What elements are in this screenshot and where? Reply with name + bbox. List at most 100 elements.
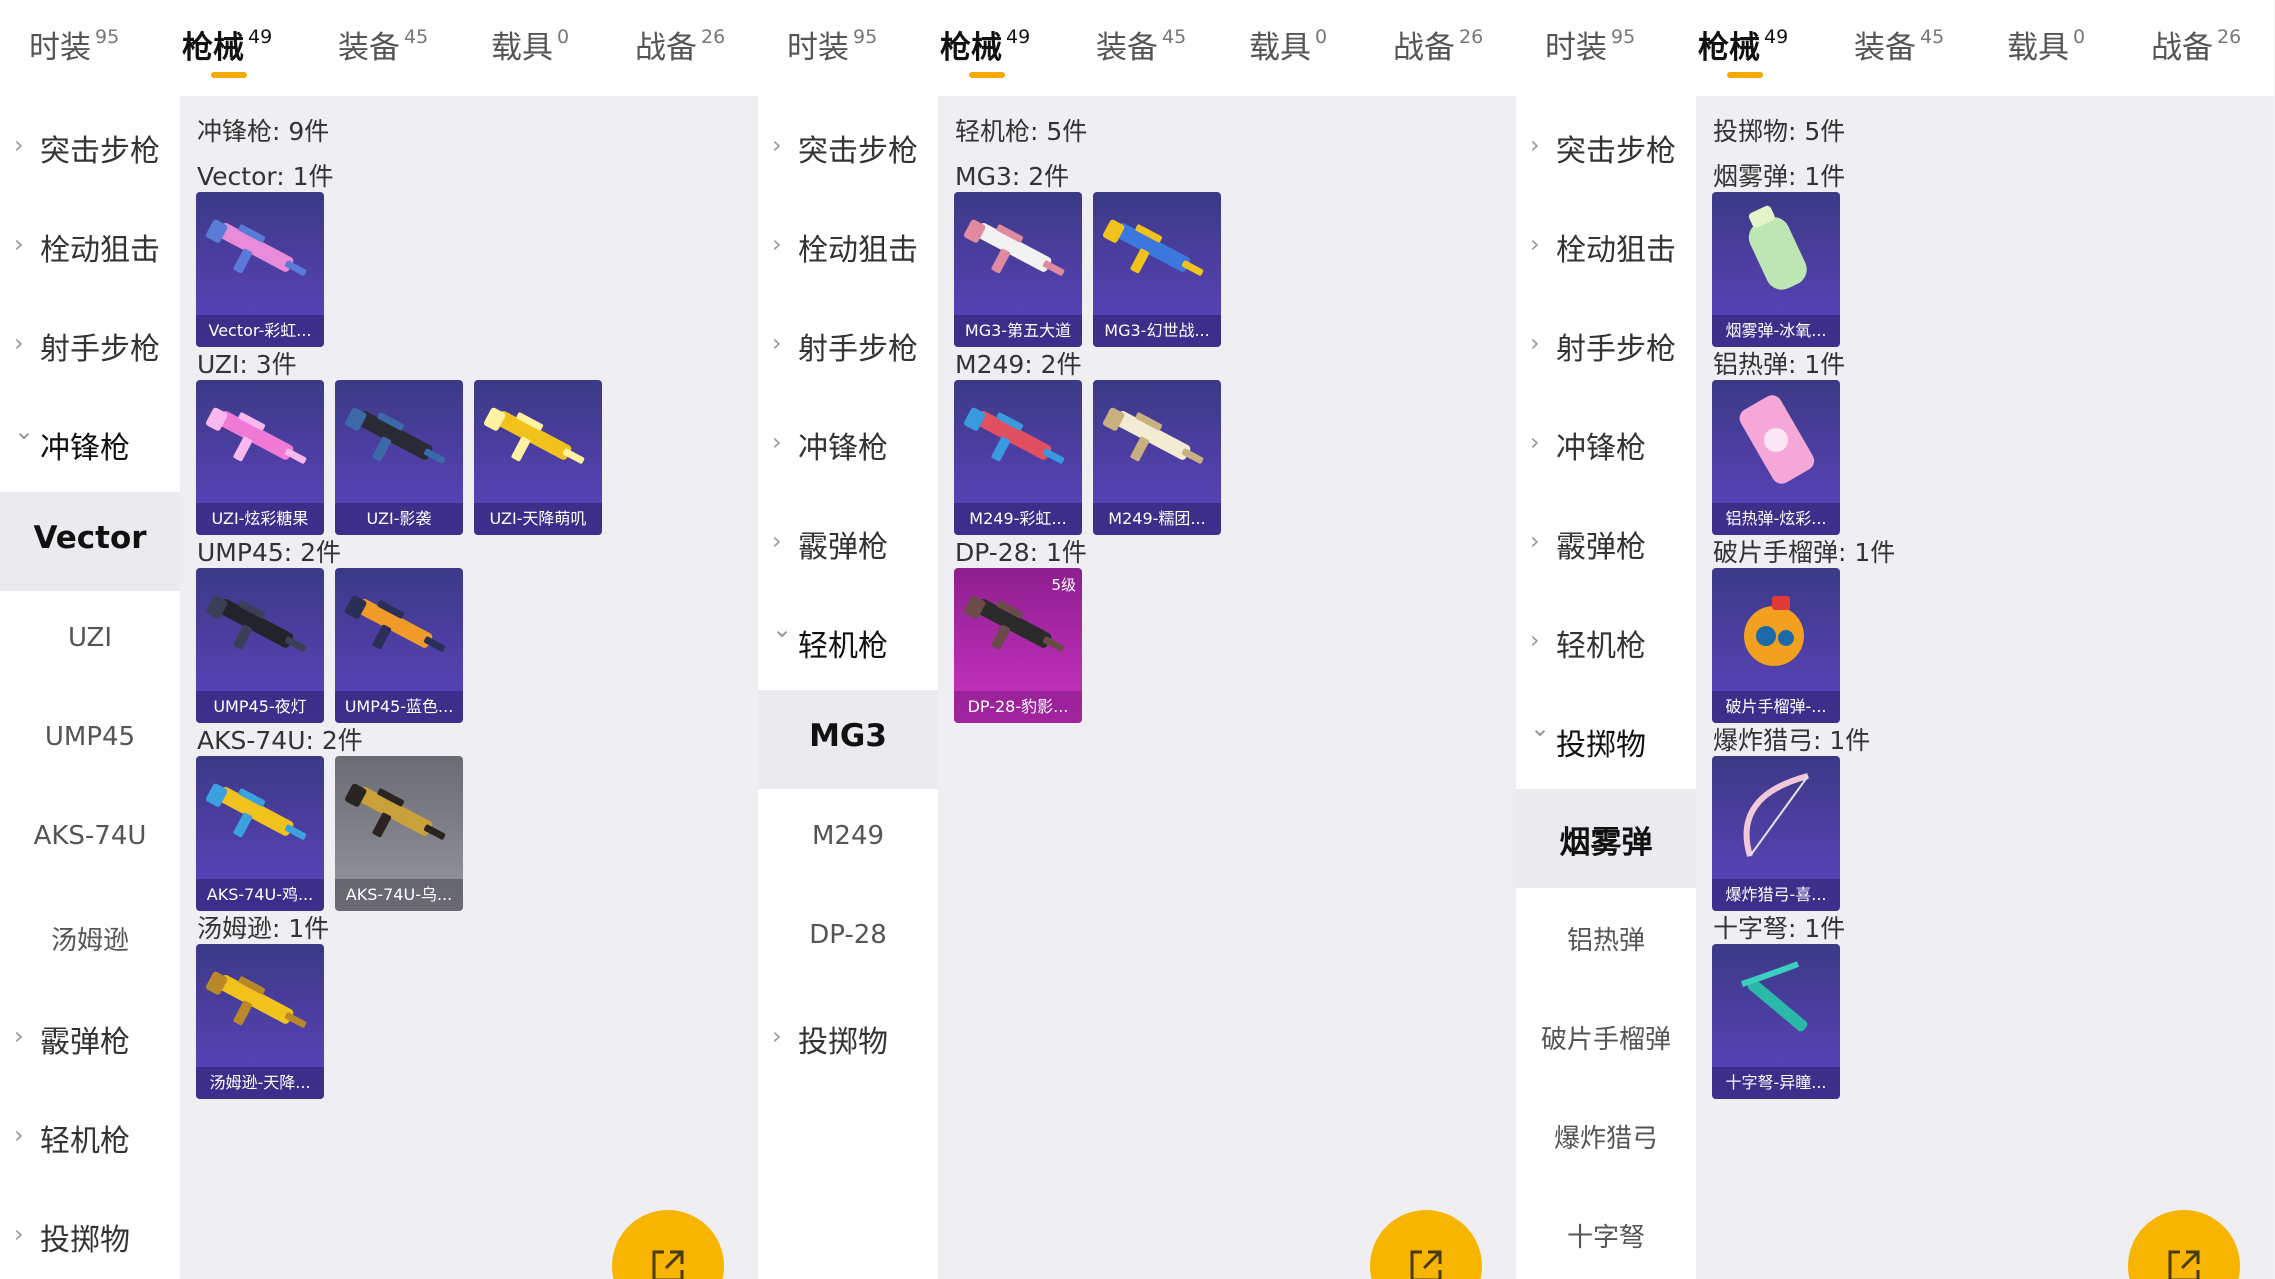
tab-2[interactable]: 枪械 49 bbox=[1698, 22, 1788, 78]
sidebar-category[interactable]: › 轻机枪 bbox=[0, 1086, 180, 1185]
tab-label: 时装 bbox=[1545, 30, 1607, 66]
item-name: 十字弩-异瞳... bbox=[1712, 1067, 1840, 1099]
sidebar-subitem[interactable]: MG3 bbox=[758, 690, 938, 789]
tab-5[interactable]: 战备 26 bbox=[635, 22, 725, 67]
tab-1[interactable]: 时装 95 bbox=[1545, 22, 1635, 67]
item-card[interactable]: UMP45-夜灯 bbox=[196, 568, 324, 723]
sidebar-subitem-label: 破片手榴弹 bbox=[1540, 1025, 1671, 1055]
sidebar-subitem[interactable]: 爆炸猎弓 bbox=[1516, 1086, 1696, 1185]
smg-vector-icon bbox=[205, 219, 307, 276]
item-card[interactable]: 十字弩-异瞳... bbox=[1712, 944, 1840, 1099]
item-card[interactable]: M249-糯团... bbox=[1093, 380, 1221, 535]
sidebar-subitem[interactable]: 烟雾弹 bbox=[1516, 789, 1696, 888]
tab-5[interactable]: 战备 26 bbox=[1393, 22, 1483, 67]
sidebar-subitem[interactable]: UMP45 bbox=[0, 690, 180, 789]
chevron-right-icon: › bbox=[772, 131, 782, 159]
sidebar-category[interactable]: › 投掷物 bbox=[758, 987, 938, 1086]
item-name: M249-糯团... bbox=[1093, 503, 1221, 535]
sidebar-category[interactable]: › 射手步枪 bbox=[0, 294, 180, 393]
sidebar-category[interactable]: › 栓动狙击 bbox=[758, 195, 938, 294]
sidebar-category[interactable]: › 霰弹枪 bbox=[0, 987, 180, 1086]
sidebar-category[interactable]: › 突击步枪 bbox=[758, 96, 938, 195]
share-button[interactable] bbox=[1370, 1210, 1482, 1279]
item-card[interactable]: 破片手榴弹-... bbox=[1712, 568, 1840, 723]
item-card[interactable]: UMP45-蓝色... bbox=[335, 568, 463, 723]
tab-3[interactable]: 装备 45 bbox=[1854, 22, 1944, 67]
chevron-down-icon: ⌄ bbox=[772, 615, 793, 643]
tab-4[interactable]: 载具 0 bbox=[491, 22, 569, 67]
chevron-down-icon: ⌄ bbox=[14, 417, 35, 445]
tab-4[interactable]: 载具 0 bbox=[1249, 22, 1327, 67]
item-card[interactable]: UZI-天降萌叽 bbox=[474, 380, 602, 535]
sidebar-category[interactable]: › 栓动狙击 bbox=[0, 195, 180, 294]
tab-2[interactable]: 枪械 49 bbox=[940, 22, 1030, 78]
sidebar-subitem[interactable]: UZI bbox=[0, 591, 180, 690]
sidebar-category[interactable]: › 突击步枪 bbox=[1516, 96, 1696, 195]
tab-2[interactable]: 枪械 49 bbox=[182, 22, 272, 78]
item-name: 汤姆逊-天降... bbox=[196, 1067, 324, 1099]
thermite-grenade-icon bbox=[1739, 395, 1815, 484]
sidebar-category[interactable]: › 轻机枪 bbox=[1516, 591, 1696, 690]
tab-count: 26 bbox=[701, 26, 726, 48]
sidebar-category[interactable]: › 射手步枪 bbox=[1516, 294, 1696, 393]
sidebar-subitem[interactable]: 汤姆逊 bbox=[0, 888, 180, 987]
sidebar-category[interactable]: › 射手步枪 bbox=[758, 294, 938, 393]
tab-5[interactable]: 战备 26 bbox=[2151, 22, 2241, 67]
sidebar-category-label: 栓动狙击 bbox=[1556, 233, 1676, 268]
item-card[interactable]: UZI-影袭 bbox=[335, 380, 463, 535]
item-card[interactable]: 铝热弹-炫彩... bbox=[1712, 380, 1840, 535]
chevron-right-icon: › bbox=[772, 230, 782, 258]
uzi-yellow-icon bbox=[483, 407, 585, 464]
sidebar-subitem[interactable]: DP-28 bbox=[758, 888, 938, 987]
item-card[interactable]: MG3-幻世战... bbox=[1093, 192, 1221, 347]
item-card[interactable]: 5级 DP-28-豹影... bbox=[954, 568, 1082, 723]
item-card[interactable]: 汤姆逊-天降... bbox=[196, 944, 324, 1099]
sidebar-subitem-label: 汤姆逊 bbox=[50, 926, 129, 956]
tab-3[interactable]: 装备 45 bbox=[1096, 22, 1186, 67]
chevron-right-icon: › bbox=[772, 527, 782, 555]
item-name: 破片手榴弹-... bbox=[1712, 691, 1840, 723]
category-count-header: 投掷物: 5件 bbox=[1713, 117, 1846, 146]
sidebar-subitem[interactable]: 破片手榴弹 bbox=[1516, 987, 1696, 1086]
sidebar-subitem[interactable]: 铝热弹 bbox=[1516, 888, 1696, 987]
sidebar-category[interactable]: › 投掷物 bbox=[0, 1185, 180, 1279]
sidebar-category[interactable]: › 突击步枪 bbox=[0, 96, 180, 195]
chevron-down-icon: ⌄ bbox=[1530, 714, 1551, 742]
share-button[interactable] bbox=[612, 1210, 724, 1279]
sidebar-subitem[interactable]: Vector bbox=[0, 492, 180, 591]
chevron-right-icon: › bbox=[1530, 626, 1540, 654]
item-list: 冲锋枪: 9件 Vector: 1件 Vector-彩虹... UZI: 3件 UZI-… bbox=[180, 96, 758, 1279]
tab-count: 45 bbox=[404, 26, 429, 48]
tab-1[interactable]: 时装 95 bbox=[787, 22, 877, 67]
item-card[interactable]: MG3-第五大道 bbox=[954, 192, 1082, 347]
sidebar-category[interactable]: › 霰弹枪 bbox=[758, 492, 938, 591]
sidebar-subitem[interactable]: M249 bbox=[758, 789, 938, 888]
sidebar-category[interactable]: › 栓动狙击 bbox=[1516, 195, 1696, 294]
tab-1[interactable]: 时装 95 bbox=[29, 22, 119, 67]
share-button[interactable] bbox=[2128, 1210, 2240, 1279]
item-card[interactable]: AKS-74U-乌... bbox=[335, 756, 463, 911]
item-name: UMP45-夜灯 bbox=[196, 691, 324, 723]
item-card[interactable]: 烟雾弹-冰氧... bbox=[1712, 192, 1840, 347]
item-card[interactable]: Vector-彩虹... bbox=[196, 192, 324, 347]
sidebar-category-label: 冲锋枪 bbox=[1556, 431, 1646, 466]
item-card[interactable]: 爆炸猎弓-喜... bbox=[1712, 756, 1840, 911]
sidebar-category[interactable]: ⌄ 轻机枪 bbox=[758, 591, 938, 690]
item-card[interactable]: AKS-74U-鸡... bbox=[196, 756, 324, 911]
active-tab-underline bbox=[211, 72, 247, 78]
sidebar-category[interactable]: › 冲锋枪 bbox=[1516, 393, 1696, 492]
tab-4[interactable]: 载具 0 bbox=[2007, 22, 2085, 67]
tab-3[interactable]: 装备 45 bbox=[338, 22, 428, 67]
sidebar-category[interactable]: › 冲锋枪 bbox=[758, 393, 938, 492]
sidebar-subitem[interactable]: AKS-74U bbox=[0, 789, 180, 888]
sidebar-category[interactable]: › 霰弹枪 bbox=[1516, 492, 1696, 591]
item-card[interactable]: UZI-炫彩糖果 bbox=[196, 380, 324, 535]
sidebar-category[interactable]: ⌄ 冲锋枪 bbox=[0, 393, 180, 492]
sidebar-category-label: 霰弹枪 bbox=[798, 530, 888, 565]
item-card[interactable]: M249-彩虹... bbox=[954, 380, 1082, 535]
sidebar-subitem[interactable]: 十字弩 bbox=[1516, 1185, 1696, 1279]
group-header: 破片手榴弹: 1件 bbox=[1713, 538, 1896, 567]
tab-label: 枪械 bbox=[940, 30, 1002, 66]
sidebar-category[interactable]: ⌄ 投掷物 bbox=[1516, 690, 1696, 789]
item-name: 烟雾弹-冰氧... bbox=[1712, 315, 1840, 347]
